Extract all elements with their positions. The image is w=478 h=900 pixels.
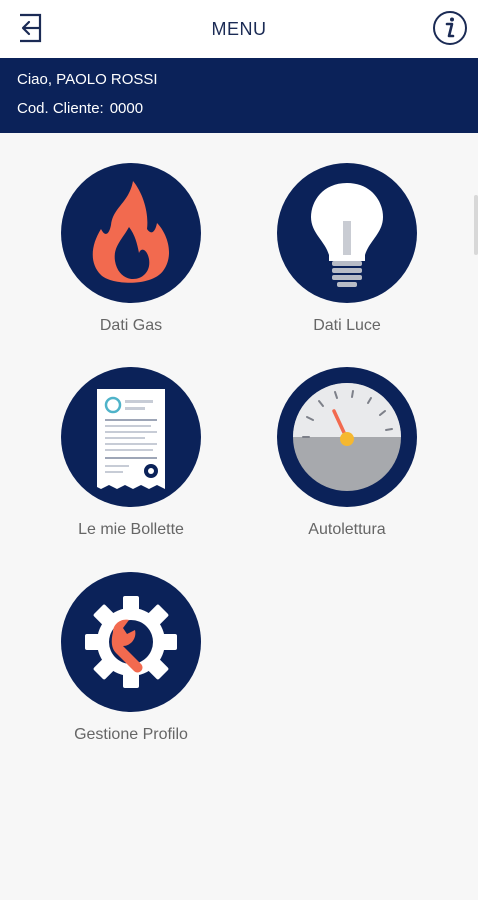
user-info-banner: Ciao, PAOLO ROSSI Cod. Cliente: 0000 xyxy=(0,58,478,133)
meter-gauge-icon xyxy=(293,383,401,491)
menu-item-dati-gas[interactable]: Dati Gas xyxy=(31,163,231,335)
scroll-indicator xyxy=(474,195,478,255)
menu-item-label: Le mie Bollette xyxy=(78,521,184,538)
flame-icon xyxy=(92,181,170,283)
info-button[interactable] xyxy=(432,10,468,46)
menu-screen: MENU Ciao, PAOLO ROSSI Cod. Cliente: 0000… xyxy=(0,0,478,900)
lightbulb-icon xyxy=(311,183,383,287)
menu-item-dati-luce[interactable]: Dati Luce xyxy=(247,163,447,335)
gear-wrench-icon xyxy=(85,596,177,688)
page-title: MENU xyxy=(211,19,267,39)
customer-code-value: 0000 xyxy=(109,100,144,117)
bill-document-icon xyxy=(97,389,165,489)
menu-item-icon-circle xyxy=(277,163,417,303)
menu-item-label: Dati Gas xyxy=(99,317,163,334)
info-icon xyxy=(433,11,467,45)
menu-item-autolettura[interactable]: Autolettura xyxy=(247,367,447,539)
menu-item-label: Gestione Profilo xyxy=(74,726,188,743)
menu-item-label: Dati Luce xyxy=(313,317,381,334)
menu-item-label: Autolettura xyxy=(308,521,386,538)
menu-item-icon-circle xyxy=(277,367,417,507)
menu-item-gestione-profilo[interactable]: Gestione Profilo xyxy=(31,572,231,744)
menu-item-icon-circle xyxy=(61,572,201,712)
top-app-bar: MENU xyxy=(0,0,478,58)
menu-item-icon-circle xyxy=(61,367,201,507)
menu-item-icon-circle xyxy=(61,163,201,303)
customer-code-label: Cod. Cliente: xyxy=(17,100,104,117)
customer-code: Cod. Cliente: 0000 xyxy=(17,100,143,117)
user-greeting: Ciao, PAOLO ROSSI xyxy=(17,71,158,88)
menu-item-le-mie-bollette[interactable]: Le mie Bollette xyxy=(31,367,231,539)
